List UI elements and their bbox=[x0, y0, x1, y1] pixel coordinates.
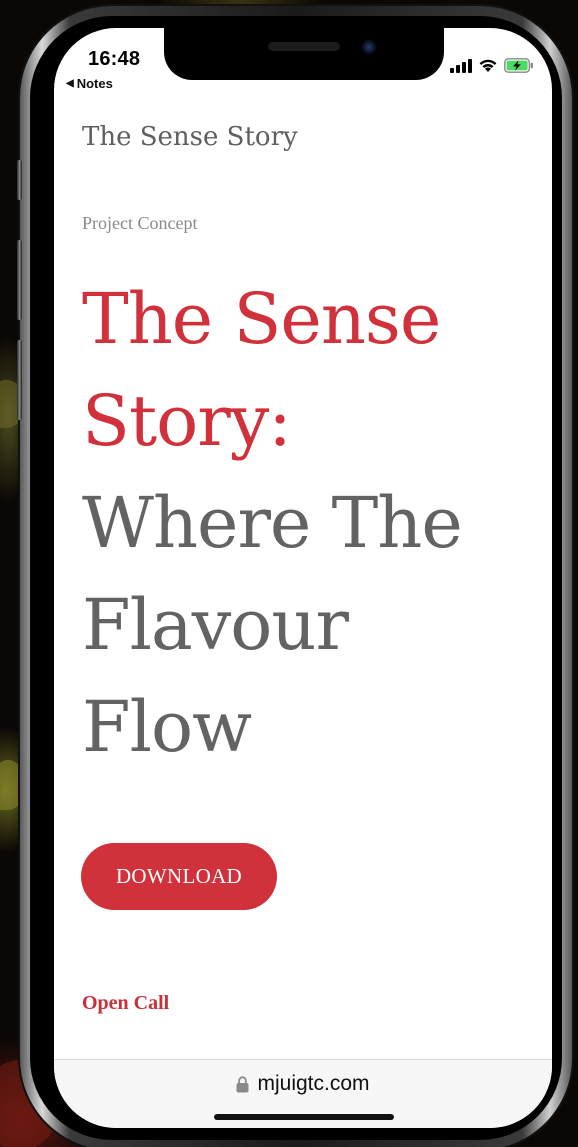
signal-icon bbox=[450, 58, 472, 73]
home-indicator[interactable] bbox=[214, 1114, 394, 1120]
battery-charging-icon bbox=[504, 58, 533, 73]
browser-address-bar[interactable]: mjuigtc.com bbox=[54, 1059, 552, 1128]
wifi-icon bbox=[479, 59, 497, 72]
download-button[interactable]: DOWNLOAD bbox=[81, 843, 277, 910]
url-text: mjuigtc.com bbox=[257, 1072, 370, 1095]
volume-down-button bbox=[17, 340, 22, 420]
back-to-notes-link[interactable]: ◀ Notes bbox=[66, 76, 113, 91]
device-mockup-background: 16:48 ◀ Notes The Sense Story Project Co… bbox=[0, 0, 578, 1147]
url-display[interactable]: mjuigtc.com bbox=[54, 1072, 552, 1096]
hero-headline: The Sense Story: Where The Flavour Flow bbox=[82, 268, 542, 778]
lock-icon bbox=[236, 1075, 249, 1092]
headline-gray-line-2: Flavour bbox=[82, 584, 349, 666]
headline-gray-line-3: Flow bbox=[82, 686, 252, 768]
notch bbox=[164, 28, 444, 80]
status-icons bbox=[450, 58, 534, 73]
volume-up-button bbox=[17, 240, 22, 320]
earpiece-speaker bbox=[268, 42, 340, 51]
phone-screen: 16:48 ◀ Notes The Sense Story Project Co… bbox=[54, 28, 552, 1128]
back-arrow-icon: ◀ bbox=[66, 78, 74, 89]
open-call-link[interactable]: Open Call bbox=[82, 992, 169, 1015]
back-notes-label: Notes bbox=[76, 76, 113, 91]
headline-red-line-1: The Sense bbox=[82, 278, 441, 360]
mute-switch bbox=[17, 160, 22, 200]
site-title[interactable]: The Sense Story bbox=[82, 122, 298, 152]
project-concept-label: Project Concept bbox=[82, 213, 198, 233]
headline-red-line-2: Story: bbox=[82, 380, 292, 462]
status-time: 16:48 bbox=[88, 48, 141, 70]
headline-gray-line-1: Where The bbox=[82, 482, 463, 564]
front-camera bbox=[362, 40, 376, 54]
